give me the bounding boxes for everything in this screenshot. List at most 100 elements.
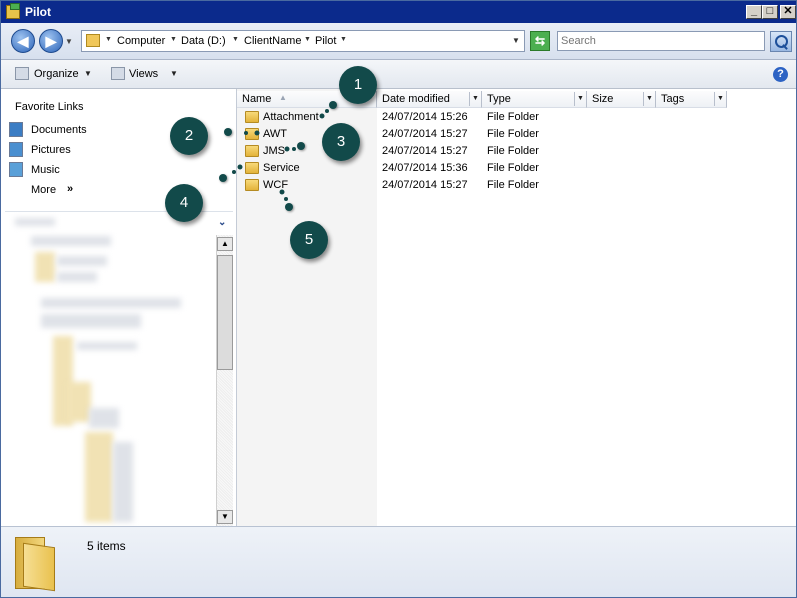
folder-icon (86, 34, 100, 47)
scroll-down-button[interactable]: ▼ (217, 510, 233, 524)
folders-toggle-icon[interactable]: ⌄ (218, 217, 226, 228)
file-date-modified: 24/07/2014 15:27 (382, 145, 468, 157)
column-filter-dropdown-icon[interactable]: ▼ (469, 92, 481, 106)
column-header-tags[interactable]: Tags ▼ (656, 91, 727, 108)
folder-app-icon (6, 3, 20, 19)
more-chevron-icon[interactable]: » (67, 183, 73, 195)
back-arrow-icon: ◀ (17, 33, 29, 49)
navigation-pane: Favorite Links Documents Pictures Music … (1, 89, 237, 526)
file-row[interactable]: AWT 24/07/2014 15:27 File Folder (237, 126, 796, 143)
address-row: ◀ ▶ ▼ ▼ Computer ▼ Data (D:) ▼ ClientNam… (1, 23, 796, 60)
file-row[interactable]: WCF 24/07/2014 15:27 File Folder (237, 177, 796, 194)
column-header-label: Date modified (382, 93, 450, 105)
minimize-button[interactable]: _ (746, 5, 762, 19)
folder-icon (245, 179, 259, 191)
file-type: File Folder (487, 145, 539, 157)
column-header-size[interactable]: Size ▼ (587, 91, 656, 108)
more-links-button[interactable]: More (31, 184, 56, 196)
breadcrumb-separator[interactable]: ▼ (105, 36, 112, 43)
details-pane: 5 items (1, 526, 796, 597)
callout-anchor (297, 142, 305, 150)
address-bar[interactable]: ▼ Computer ▼ Data (D:) ▼ ClientName ▼ Pi… (81, 30, 525, 52)
refresh-button[interactable]: ⇆ (530, 31, 550, 51)
breadcrumb-clientname[interactable]: ClientName (244, 35, 301, 47)
folder-icon (245, 111, 259, 123)
callout-marker-2: 2 (170, 117, 208, 155)
sidebar-item-music[interactable]: Music (9, 162, 219, 178)
address-history-dropdown[interactable]: ▼ (512, 36, 520, 45)
scroll-thumb[interactable] (217, 255, 233, 370)
file-name: JMS (263, 145, 285, 157)
breadcrumb-separator[interactable]: ▼ (340, 36, 347, 43)
organize-dropdown-icon[interactable]: ▼ (84, 69, 92, 78)
forward-arrow-icon: ▶ (45, 33, 57, 49)
sort-ascending-icon: ▲ (279, 93, 287, 102)
column-header-label: Size (592, 93, 614, 105)
column-header-label: Name (242, 93, 272, 105)
file-type: File Folder (487, 162, 539, 174)
callout-marker-1: 1 (339, 66, 377, 104)
file-date-modified: 24/07/2014 15:27 (382, 128, 468, 140)
folder-scrollbar[interactable]: ▲ ▼ (216, 235, 233, 526)
breadcrumb-pilot[interactable]: Pilot (315, 35, 336, 47)
breadcrumb-data-drive[interactable]: Data (D:) (181, 35, 226, 47)
sidebar-item-label: Documents (31, 124, 87, 136)
back-button[interactable]: ◀ (11, 29, 35, 53)
search-input[interactable] (558, 32, 764, 50)
sidebar-item-label: Music (31, 164, 60, 176)
recent-pages-dropdown[interactable]: ▼ (65, 37, 73, 46)
file-name: WCF (263, 179, 289, 191)
breadcrumb-computer[interactable]: Computer (117, 35, 165, 47)
file-date-modified: 24/07/2014 15:36 (382, 162, 468, 174)
file-date-modified: 24/07/2014 15:27 (382, 179, 468, 191)
maximize-button[interactable]: □ (762, 5, 778, 19)
scroll-up-button[interactable]: ▲ (217, 237, 233, 251)
organize-button[interactable]: Organize (34, 68, 79, 80)
column-filter-dropdown-icon[interactable]: ▼ (714, 92, 726, 106)
help-icon[interactable]: ? (773, 67, 788, 82)
callout-marker-5: 5 (290, 221, 328, 259)
breadcrumb-separator[interactable]: ▼ (232, 36, 239, 43)
file-type: File Folder (487, 111, 539, 123)
callout-marker-4: 4 (165, 184, 203, 222)
title-bar[interactable]: Pilot _ □ ✕ (1, 1, 796, 23)
folder-tree-blurred (1, 212, 217, 526)
documents-icon (9, 122, 23, 137)
column-filter-dropdown-icon[interactable]: ▼ (574, 92, 586, 106)
explorer-window: Pilot _ □ ✕ ◀ ▶ ▼ ▼ Computer ▼ Data (D:)… (0, 0, 797, 598)
callout-anchor (329, 101, 337, 109)
callout-anchor (285, 203, 293, 211)
column-header-type[interactable]: Type ▼ (482, 91, 587, 108)
item-count: 5 items (87, 539, 126, 553)
file-row[interactable]: Service 24/07/2014 15:36 File Folder (237, 160, 796, 177)
file-row[interactable]: Attachment 24/07/2014 15:26 File Folder (237, 109, 796, 126)
views-icon (111, 67, 125, 80)
callout-anchor (224, 128, 232, 136)
file-list: Name ▲ Date modified ▼ Type ▼ Size ▼ Tag… (237, 89, 796, 526)
file-name: AWT (263, 128, 288, 140)
callout-anchor (219, 174, 227, 182)
column-header-date-modified[interactable]: Date modified ▼ (377, 91, 482, 108)
folder-icon (245, 128, 259, 140)
views-button[interactable]: Views (129, 68, 158, 80)
file-name: Attachment (263, 111, 319, 123)
file-name: Service (263, 162, 300, 174)
views-dropdown-icon[interactable]: ▼ (170, 69, 178, 78)
close-button[interactable]: ✕ (780, 5, 796, 19)
refresh-icon: ⇆ (534, 34, 546, 48)
breadcrumb-separator[interactable]: ▼ (170, 36, 177, 43)
large-folder-icon (15, 537, 55, 592)
column-header-label: Type (487, 93, 511, 105)
breadcrumb-separator[interactable]: ▼ (304, 36, 311, 43)
callout-marker-3: 3 (322, 123, 360, 161)
music-icon (9, 162, 23, 177)
command-bar: Organize ▼ Views ▼ ? (1, 60, 796, 89)
column-filter-dropdown-icon[interactable]: ▼ (643, 92, 655, 106)
folder-icon (245, 162, 259, 174)
file-date-modified: 24/07/2014 15:26 (382, 111, 468, 123)
file-row[interactable]: JMS 24/07/2014 15:27 File Folder (237, 143, 796, 160)
pictures-icon (9, 142, 23, 157)
search-box[interactable] (557, 31, 765, 51)
search-icon[interactable] (770, 31, 792, 52)
forward-button[interactable]: ▶ (39, 29, 63, 53)
